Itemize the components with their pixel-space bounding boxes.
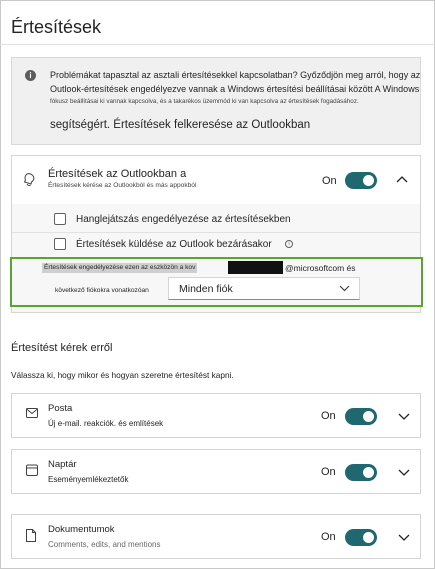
documents-toggle[interactable]: [345, 529, 377, 546]
category-subtitle: Új e-mail. reakciók. és említések: [48, 419, 164, 428]
sound-checkbox-label: Hanglejátszás engedélyezése az értesítés…: [76, 214, 291, 225]
mail-icon: [26, 408, 38, 418]
category-subtitle: Comments, edits, and mentions: [48, 540, 161, 549]
close-notify-checkbox-label: Értesítések küldése az Outlook bezárásak…: [76, 239, 272, 250]
category-title: Naptár: [48, 459, 77, 470]
chevron-down-icon[interactable]: [398, 534, 410, 542]
info-icon[interactable]: i: [285, 240, 293, 248]
category-row-mail[interactable]: Posta Új e-mail. reakciók. és említések …: [11, 393, 421, 438]
device-notification-text: Értesítések engedélyezése ezen az eszköz…: [42, 263, 198, 273]
chevron-down-icon: [339, 285, 350, 292]
toggle-state-label: On: [321, 531, 336, 543]
category-title: Posta: [48, 403, 73, 414]
info-text-line: fókusz beállításai ki vannak kapcsolva, …: [50, 98, 359, 105]
accounts-dropdown[interactable]: Minden fiók: [168, 277, 360, 300]
outlook-notifications-subtitle: Értesítések kérése az Outlookból és más …: [48, 182, 197, 189]
category-subtitle: Eseményemlékeztetők: [48, 475, 129, 484]
info-text-line: Problémákat tapasztal az asztali értesít…: [50, 70, 421, 80]
help-link[interactable]: segítségért. Értesítések felkeresése az …: [50, 118, 310, 132]
outlook-notifications-toggle[interactable]: [345, 172, 377, 189]
email-domain-text: @microsoftcom és: [285, 263, 356, 273]
notification-bell-icon: [23, 173, 35, 187]
info-banner: i Problémákat tapasztal az asztali értes…: [11, 57, 421, 145]
toggle-state-label: On: [321, 466, 336, 478]
document-icon: [26, 529, 36, 542]
chevron-up-icon[interactable]: [396, 175, 408, 183]
chevron-down-icon[interactable]: [398, 469, 410, 477]
close-notify-checkbox[interactable]: [54, 238, 66, 250]
calendar-toggle[interactable]: [345, 464, 377, 481]
toggle-state-label: On: [321, 410, 336, 422]
chevron-down-icon[interactable]: [398, 413, 410, 421]
info-text-line: Outlook-értesítések engedélyezve vannak …: [50, 84, 420, 94]
header-divider: [0, 44, 435, 45]
notify-section-title: Értesítést kérek erről: [11, 342, 113, 354]
redacted-email: [228, 261, 283, 274]
outlook-notifications-title: Értesítések az Outlookban a: [48, 168, 187, 180]
accounts-label: következő fiókokra vonatkozóan: [55, 287, 149, 294]
info-icon: i: [25, 70, 36, 81]
option-divider: [12, 232, 420, 233]
mail-toggle[interactable]: [345, 408, 377, 425]
accounts-dropdown-value: Minden fiók: [179, 283, 233, 295]
toggle-state-label: On: [322, 175, 337, 187]
notify-section-description: Válassza ki, hogy mikor és hogyan szeret…: [11, 370, 234, 380]
page-title: Értesítések: [11, 17, 102, 37]
outlook-notifications-header[interactable]: Értesítések az Outlookban a Értesítések …: [12, 156, 420, 204]
calendar-icon: [26, 464, 38, 476]
sound-checkbox[interactable]: [54, 213, 66, 225]
category-title: Dokumentumok: [48, 524, 115, 535]
category-row-calendar[interactable]: Naptár Eseményemlékeztetők On: [11, 449, 421, 494]
category-row-documents[interactable]: Dokumentumok Comments, edits, and mentio…: [11, 514, 421, 559]
